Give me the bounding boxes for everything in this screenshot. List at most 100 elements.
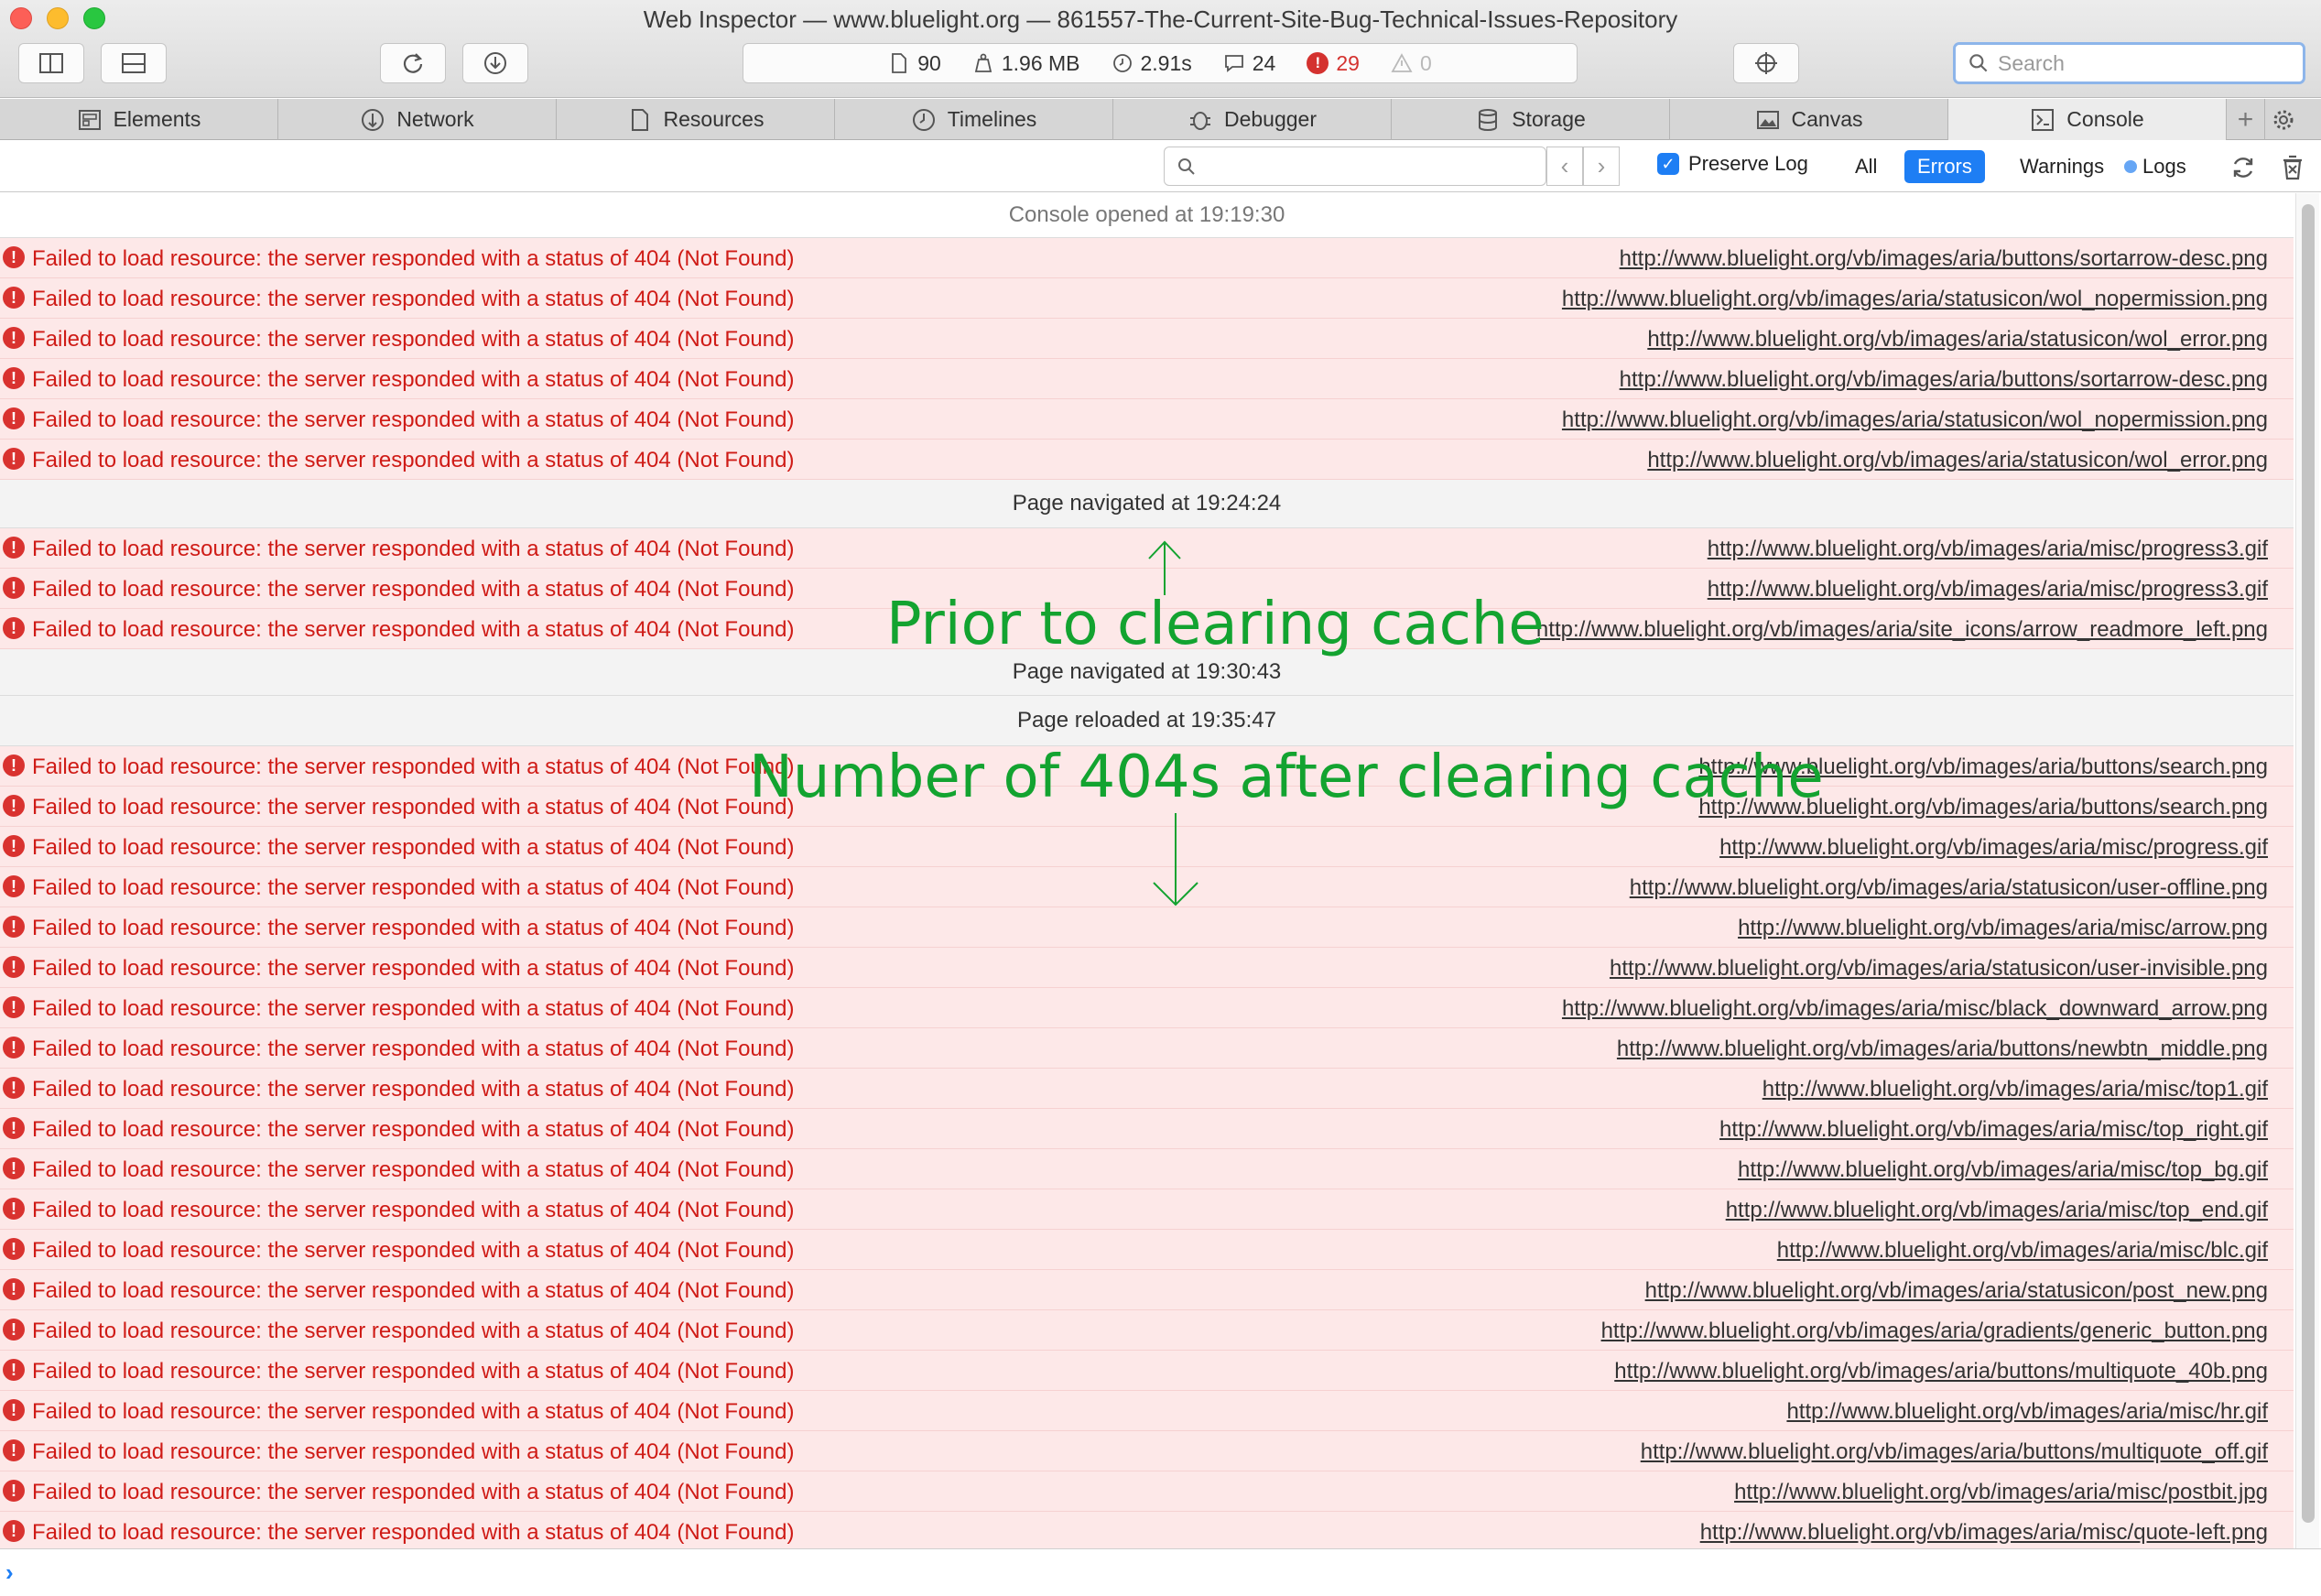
- console-error-row[interactable]: ! Failed to load resource: the server res…: [0, 319, 2294, 359]
- filter-logs-button[interactable]: Logs: [2119, 150, 2192, 183]
- tab-debugger[interactable]: Debugger: [1113, 99, 1392, 140]
- resource-url-link[interactable]: http://www.bluelight.org/vb/images/aria/…: [1601, 1319, 2268, 1344]
- resource-url-link[interactable]: http://www.bluelight.org/vb/images/aria/…: [1630, 875, 2268, 901]
- reload-console-icon[interactable]: [2229, 153, 2258, 182]
- warning-count[interactable]: 0: [1391, 51, 1432, 76]
- console-error-row[interactable]: ! Failed to load resource: the server res…: [0, 1270, 2294, 1310]
- inspect-element-button[interactable]: [1733, 43, 1799, 83]
- new-tab-button[interactable]: +: [2227, 99, 2265, 140]
- resource-url-link[interactable]: http://www.bluelight.org/vb/images/aria/…: [1620, 367, 2268, 393]
- resource-url-link[interactable]: http://www.bluelight.org/vb/images/aria/…: [1700, 1520, 2268, 1546]
- console-error-row[interactable]: ! Failed to load resource: the server res…: [0, 1471, 2294, 1512]
- console-prompt[interactable]: ›: [0, 1548, 2321, 1596]
- download-button[interactable]: [462, 43, 528, 83]
- resource-url-link[interactable]: http://www.bluelight.org/vb/images/aria/…: [1614, 1359, 2268, 1384]
- scrollbar-thumb[interactable]: [2302, 204, 2315, 1523]
- resource-url-link[interactable]: http://www.bluelight.org/vb/images/aria/…: [1708, 577, 2268, 603]
- resource-url-link[interactable]: http://www.bluelight.org/vb/images/aria/…: [1562, 407, 2268, 433]
- resource-url-link[interactable]: http://www.bluelight.org/vb/images/aria/…: [1641, 1439, 2268, 1465]
- console-error-row[interactable]: ! Failed to load resource: the server res…: [0, 1512, 2294, 1548]
- console-filter-bar: ‹ › ✓ Preserve Log All Errors Warnings L…: [0, 141, 2321, 192]
- error-message: Failed to load resource: the server resp…: [32, 287, 795, 311]
- resource-url-link[interactable]: http://www.bluelight.org/vb/images/aria/…: [1786, 1399, 2268, 1425]
- tab-timelines[interactable]: Timelines: [835, 99, 1113, 140]
- console-error-row[interactable]: ! Failed to load resource: the server res…: [0, 440, 2294, 480]
- resource-url-link[interactable]: http://www.bluelight.org/vb/images/aria/…: [1647, 448, 2268, 473]
- dock-bottom-icon: [122, 53, 146, 73]
- previous-match-button[interactable]: ‹: [1546, 147, 1583, 186]
- console-error-row[interactable]: ! Failed to load resource: the server res…: [0, 1391, 2294, 1431]
- console-error-row[interactable]: ! Failed to load resource: the server res…: [0, 1431, 2294, 1471]
- next-match-button[interactable]: ›: [1583, 147, 1620, 186]
- clear-console-icon[interactable]: [2278, 153, 2307, 182]
- console-output[interactable]: Console opened at 19:19:30 ! Failed to lo…: [0, 193, 2294, 1548]
- resource-url-link[interactable]: http://www.bluelight.org/vb/images/aria/…: [1647, 327, 2268, 353]
- tab-resources[interactable]: Resources: [557, 99, 835, 140]
- tab-storage[interactable]: Storage: [1392, 99, 1670, 140]
- resource-url-link[interactable]: http://www.bluelight.org/vb/images/aria/…: [1777, 1238, 2268, 1264]
- console-error-row[interactable]: ! Failed to load resource: the server res…: [0, 988, 2294, 1028]
- resource-url-link[interactable]: http://www.bluelight.org/vb/images/aria/…: [1617, 1037, 2268, 1062]
- page-reloaded-marker: Page reloaded at 19:35:47: [0, 696, 2294, 746]
- console-error-row[interactable]: ! Failed to load resource: the server res…: [0, 238, 2294, 278]
- tab-network[interactable]: Network: [278, 99, 557, 140]
- resource-count[interactable]: 90: [888, 51, 941, 76]
- resource-url-link[interactable]: http://www.bluelight.org/vb/images/aria/…: [1738, 1157, 2268, 1183]
- console-scrollbar[interactable]: [2295, 193, 2319, 1548]
- dashboard[interactable]: 90 1.96 MB 2.91s 24 ! 29 0: [743, 43, 1578, 83]
- filter-warnings-button[interactable]: Warnings: [2007, 150, 2117, 183]
- reload-button[interactable]: [380, 43, 446, 83]
- console-error-row[interactable]: ! Failed to load resource: the server res…: [0, 1351, 2294, 1391]
- resource-url-link[interactable]: http://www.bluelight.org/vb/images/aria/…: [1726, 1198, 2268, 1223]
- console-error-row[interactable]: ! Failed to load resource: the server res…: [0, 1149, 2294, 1189]
- tab-elements[interactable]: Elements: [0, 99, 278, 140]
- resource-url-link[interactable]: http://www.bluelight.org/vb/images/aria/…: [1562, 996, 2268, 1022]
- resource-url-link[interactable]: http://www.bluelight.org/vb/images/aria/…: [1719, 835, 2268, 861]
- console-error-row[interactable]: ! Failed to load resource: the server res…: [0, 1310, 2294, 1351]
- search-icon: [1969, 54, 1988, 72]
- filter-all-button[interactable]: All: [1842, 150, 1890, 183]
- error-count[interactable]: ! 29: [1307, 51, 1360, 76]
- resource-url-link[interactable]: http://www.bluelight.org/vb/images/aria/…: [1708, 537, 2268, 562]
- resource-url-link[interactable]: http://www.bluelight.org/vb/images/aria/…: [1645, 1278, 2268, 1304]
- dock-side-button[interactable]: [18, 43, 84, 83]
- console-error-row[interactable]: ! Failed to load resource: the server res…: [0, 1230, 2294, 1270]
- resource-url-link[interactable]: http://www.bluelight.org/vb/images/aria/…: [1734, 1480, 2268, 1505]
- preserve-log-checkbox[interactable]: ✓: [1657, 153, 1679, 175]
- search-input[interactable]: [1998, 50, 2272, 76]
- filter-errors-button[interactable]: Errors: [1904, 150, 1985, 183]
- console-error-row[interactable]: ! Failed to load resource: the server res…: [0, 1028, 2294, 1069]
- resource-url-link[interactable]: http://www.bluelight.org/vb/images/aria/…: [1620, 246, 2268, 272]
- tab-canvas[interactable]: Canvas: [1670, 99, 1948, 140]
- console-filter-field[interactable]: [1164, 147, 1546, 186]
- dock-bottom-button[interactable]: [101, 43, 167, 83]
- debugger-icon: [1189, 111, 1210, 130]
- console-error-row[interactable]: ! Failed to load resource: the server res…: [0, 528, 2294, 569]
- log-count[interactable]: 24: [1223, 51, 1275, 76]
- console-error-row[interactable]: ! Failed to load resource: the server res…: [0, 1189, 2294, 1230]
- resource-url-link[interactable]: http://www.bluelight.org/vb/images/aria/…: [1738, 916, 2268, 941]
- load-time[interactable]: 2.91s: [1112, 51, 1192, 76]
- error-icon: !: [3, 448, 25, 470]
- resource-url-link[interactable]: http://www.bluelight.org/vb/images/aria/…: [1562, 287, 2268, 312]
- resource-url-link[interactable]: http://www.bluelight.org/vb/images/aria/…: [1610, 956, 2268, 982]
- tab-console[interactable]: Console: [1948, 99, 2227, 140]
- console-error-row[interactable]: ! Failed to load resource: the server res…: [0, 1109, 2294, 1149]
- resource-size[interactable]: 1.96 MB: [972, 51, 1080, 76]
- console-error-row[interactable]: ! Failed to load resource: the server res…: [0, 1069, 2294, 1109]
- resource-url-link[interactable]: http://www.bluelight.org/vb/images/aria/…: [1536, 617, 2268, 643]
- console-opened-marker: Console opened at 19:19:30: [0, 193, 2294, 238]
- console-error-row[interactable]: ! Failed to load resource: the server res…: [0, 278, 2294, 319]
- console-filter-input[interactable]: [1205, 154, 1516, 179]
- console-error-row[interactable]: ! Failed to load resource: the server res…: [0, 948, 2294, 988]
- console-error-row[interactable]: ! Failed to load resource: the server res…: [0, 827, 2294, 867]
- settings-button[interactable]: [2265, 99, 2302, 140]
- global-search[interactable]: [1953, 42, 2305, 84]
- console-error-row[interactable]: ! Failed to load resource: the server res…: [0, 867, 2294, 907]
- console-error-row[interactable]: ! Failed to load resource: the server res…: [0, 399, 2294, 440]
- resource-url-link[interactable]: http://www.bluelight.org/vb/images/aria/…: [1762, 1077, 2268, 1102]
- console-error-row[interactable]: ! Failed to load resource: the server res…: [0, 359, 2294, 399]
- preserve-log-toggle[interactable]: ✓ Preserve Log: [1657, 152, 1808, 176]
- console-error-row[interactable]: ! Failed to load resource: the server res…: [0, 907, 2294, 948]
- resource-url-link[interactable]: http://www.bluelight.org/vb/images/aria/…: [1719, 1117, 2268, 1143]
